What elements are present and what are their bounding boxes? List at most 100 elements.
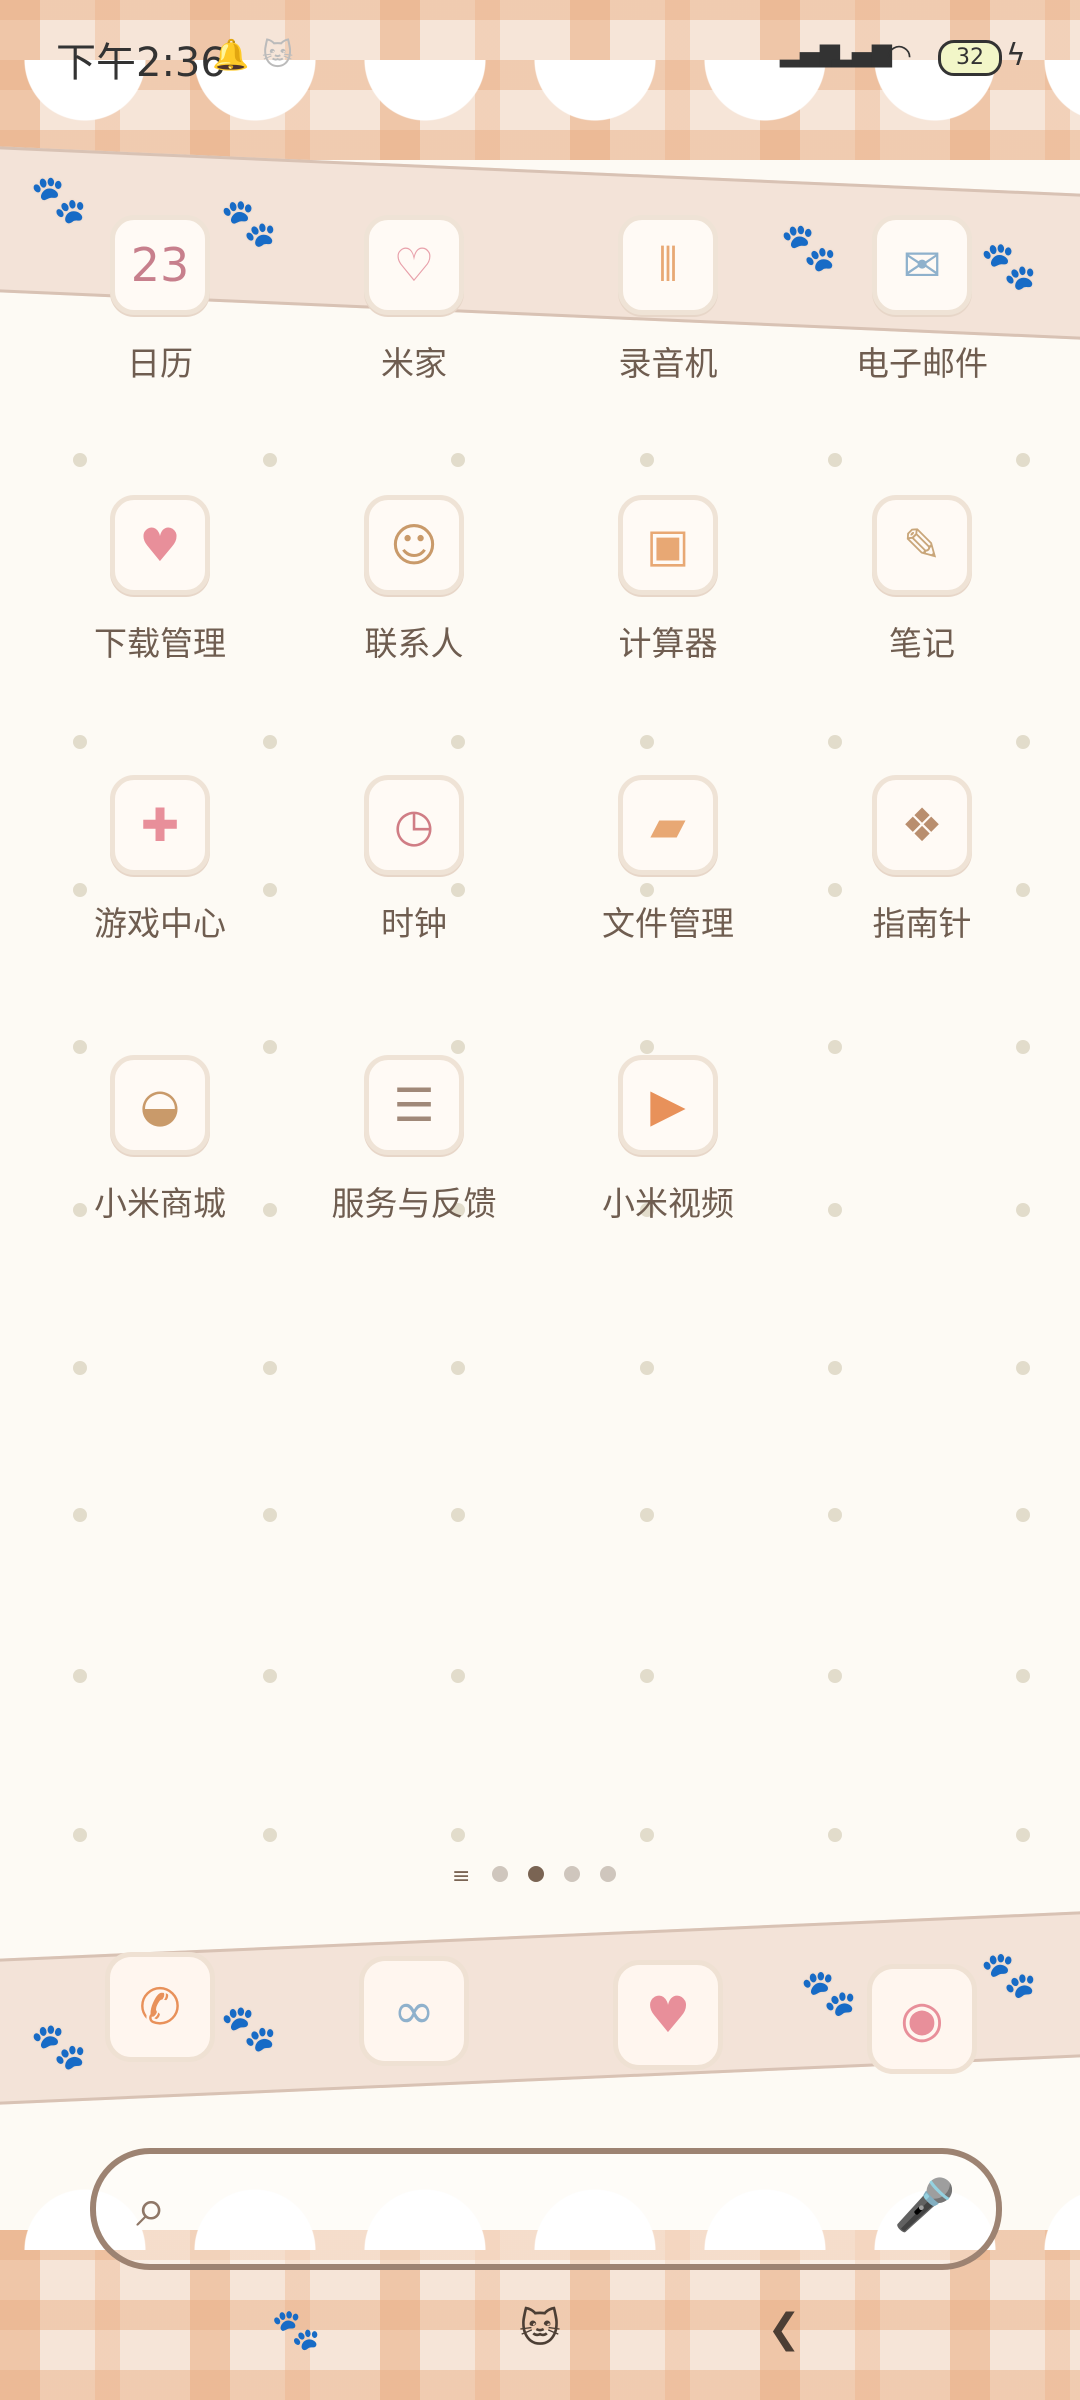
grid-dot [263, 1040, 277, 1054]
page-indicator[interactable]: ≡ [452, 1862, 632, 1889]
cat-face-icon[interactable]: 🐱 [500, 2306, 580, 2352]
grid-dot [640, 1361, 654, 1375]
app-mistore[interactable]: ◒ 小米商城 [50, 1055, 270, 1255]
page-list-icon[interactable]: ≡ [452, 1864, 470, 1889]
grid-dot [73, 1508, 87, 1522]
app-email[interactable]: ✉ 电子邮件 [812, 215, 1032, 415]
app-video[interactable]: ▶ 小米视频 [558, 1055, 778, 1255]
video-icon-glyph: ▶ [650, 1078, 686, 1132]
app-label: 小米商城 [94, 1184, 226, 1223]
app-label: 电子邮件 [856, 344, 988, 383]
app-calculator[interactable]: ▣ 计算器 [558, 495, 778, 695]
page-dot-active[interactable] [528, 1866, 544, 1882]
download-icon[interactable]: ♥ [110, 495, 210, 595]
app-clock[interactable]: ◷ 时钟 [304, 775, 524, 975]
contacts-icon-glyph: ☺ [390, 518, 438, 572]
app-mijia[interactable]: ♡ 米家 [304, 215, 524, 415]
page-dot[interactable] [492, 1866, 508, 1882]
page-dot[interactable] [564, 1866, 580, 1882]
clock-icon-glyph: ◷ [393, 798, 435, 852]
app-folder[interactable]: ▰ 文件管理 [558, 775, 778, 975]
notes-icon[interactable]: ✎ [872, 495, 972, 595]
phone-icon[interactable]: ✆ [105, 1952, 215, 2062]
messages-icon[interactable]: ♥ [613, 1960, 723, 2070]
app-label: 笔记 [889, 624, 955, 663]
feedback-icon[interactable]: ☰ [364, 1055, 464, 1155]
app-label: 米家 [381, 344, 447, 383]
grid-dot [451, 1361, 465, 1375]
app-label: 录音机 [618, 344, 718, 383]
app-gamepad[interactable]: ✚ 游戏中心 [50, 775, 270, 975]
mistore-icon[interactable]: ◒ [110, 1055, 210, 1155]
app-recorder[interactable]: ⦀ 录音机 [558, 215, 778, 415]
grid-dot [1016, 735, 1030, 749]
grid-dot [1016, 1669, 1030, 1683]
wifi-icon: ◠ [886, 38, 913, 73]
grid-dot [640, 1669, 654, 1683]
recorder-icon-glyph: ⦀ [657, 237, 679, 291]
paw-icon[interactable]: 🐾 [256, 2306, 336, 2353]
search-bar[interactable]: ⌕ 🎤 [90, 2148, 1002, 2270]
app-label: 指南针 [872, 904, 972, 943]
app-feedback[interactable]: ☰ 服务与反馈 [304, 1055, 524, 1255]
dock-phone[interactable]: ✆ [105, 1952, 225, 2072]
grid-dot [828, 1361, 842, 1375]
status-time: 下午2:36 [56, 40, 226, 86]
grid-dot [640, 1828, 654, 1842]
folder-icon[interactable]: ▰ [618, 775, 718, 875]
grid-dot [451, 453, 465, 467]
camera-icon[interactable]: ◉ [867, 1964, 977, 2074]
app-label: 文件管理 [602, 904, 734, 943]
video-icon[interactable]: ▶ [618, 1055, 718, 1155]
back-icon[interactable]: ❮ [744, 2306, 824, 2352]
app-label: 下载管理 [94, 624, 226, 663]
email-icon-glyph: ✉ [902, 238, 942, 292]
calendar-icon[interactable]: 23 [110, 215, 210, 315]
compass-icon[interactable]: ❖ [872, 775, 972, 875]
grid-dot [828, 1669, 842, 1683]
grid-dot [828, 735, 842, 749]
email-icon[interactable]: ✉ [872, 215, 972, 315]
grid-dot [263, 1361, 277, 1375]
grid-dot [73, 1828, 87, 1842]
signal-icon: ▂▄▆ [832, 38, 892, 68]
mijia-icon[interactable]: ♡ [364, 215, 464, 315]
browser-icon[interactable]: ∞ [359, 1956, 469, 2066]
mic-icon[interactable]: 🎤 [894, 2176, 956, 2235]
grid-dot [1016, 1361, 1030, 1375]
clock-icon[interactable]: ◷ [364, 775, 464, 875]
app-contacts[interactable]: ☺ 联系人 [304, 495, 524, 695]
search-icon[interactable]: ⌕ [136, 2176, 166, 2240]
charging-icon: ϟ [1006, 38, 1026, 73]
paw-icon: 🐾 [980, 1946, 1038, 2003]
grid-dot [1016, 453, 1030, 467]
signal-icon: ▂▄▆ [780, 38, 840, 68]
gamepad-icon[interactable]: ✚ [110, 775, 210, 875]
app-download[interactable]: ♥ 下载管理 [50, 495, 270, 695]
app-label: 小米视频 [602, 1184, 734, 1223]
recorder-icon[interactable]: ⦀ [618, 215, 718, 315]
grid-dot [263, 1508, 277, 1522]
calculator-icon[interactable]: ▣ [618, 495, 718, 595]
grid-dot [263, 1669, 277, 1683]
grid-dot [451, 735, 465, 749]
contacts-icon[interactable]: ☺ [364, 495, 464, 595]
gamepad-icon-glyph: ✚ [140, 798, 180, 852]
app-notes[interactable]: ✎ 笔记 [812, 495, 1032, 695]
page-dot[interactable] [600, 1866, 616, 1882]
grid-dot [263, 453, 277, 467]
app-compass[interactable]: ❖ 指南针 [812, 775, 1032, 975]
compass-icon-glyph: ❖ [901, 798, 943, 852]
grid-dot [73, 735, 87, 749]
app-calendar[interactable]: 23 日历 [50, 215, 270, 415]
grid-dot [451, 1669, 465, 1683]
grid-dot [1016, 1828, 1030, 1842]
grid-dot [263, 735, 277, 749]
notification-icon: 🔔 [212, 38, 250, 73]
app-label: 计算器 [618, 624, 718, 663]
dock-camera[interactable]: ◉ [867, 1964, 987, 2084]
dock-browser[interactable]: ∞ [359, 1956, 479, 2076]
grid-dot [828, 1203, 842, 1217]
navigation-bar: 🐾 🐱 ❮ [0, 2300, 1080, 2380]
dock-messages[interactable]: ♥ [613, 1960, 733, 2080]
